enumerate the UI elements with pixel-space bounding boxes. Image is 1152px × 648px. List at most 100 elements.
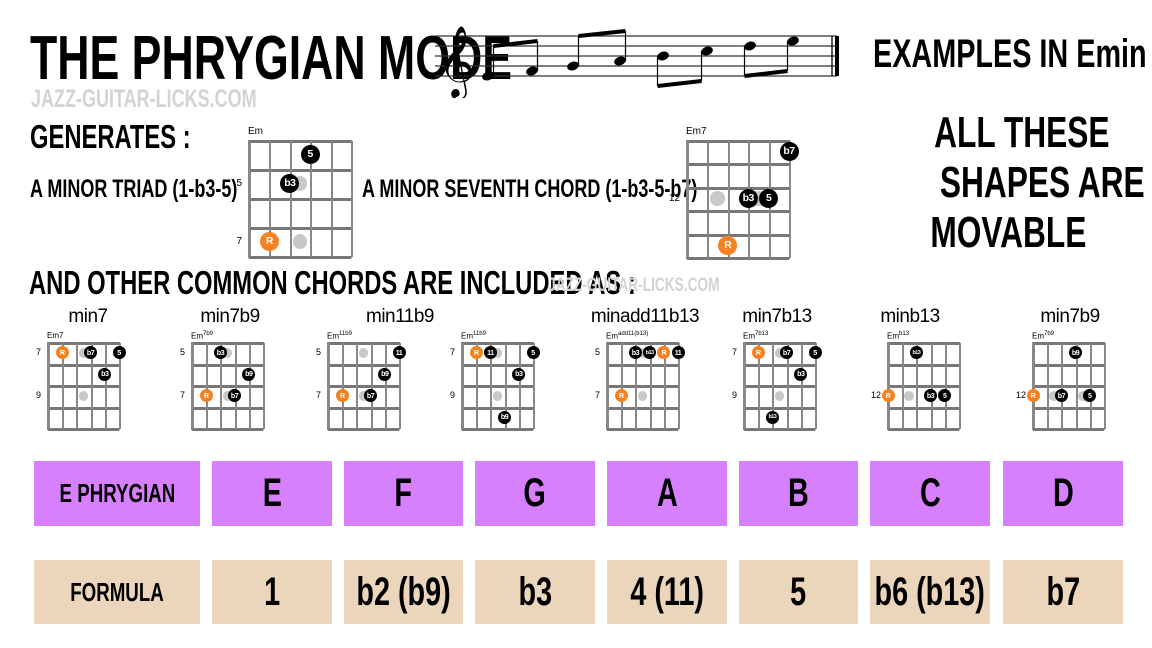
fret-line xyxy=(607,428,678,431)
chord-tone-dot: 5 xyxy=(112,346,126,360)
chord-tone-dot: b3 xyxy=(98,367,112,381)
formula-cell: b7 xyxy=(1003,560,1123,624)
chord-tone-dot: 5 xyxy=(759,189,779,208)
fret-line xyxy=(888,342,959,345)
string-line xyxy=(234,343,237,429)
formula-cell: b6 (b13) xyxy=(870,560,990,624)
root-dot: R xyxy=(259,232,279,251)
string-line xyxy=(351,141,353,257)
string-line xyxy=(744,343,746,429)
fretboard-grid xyxy=(887,342,961,431)
chord-root: Em xyxy=(248,126,263,137)
root-dot: R xyxy=(1026,389,1040,403)
string-line xyxy=(1047,343,1050,429)
movable-note: ALL THESE SHAPES ARE MOVABLE xyxy=(930,108,1145,257)
fret-line xyxy=(744,428,815,431)
root-dot: R xyxy=(881,389,895,403)
chord-name: Emb13 xyxy=(887,331,909,341)
scale-note-cell: D xyxy=(1003,461,1123,526)
chord-tone-dot: 5 xyxy=(300,145,320,164)
chord-tone-dot: 5 xyxy=(808,346,822,360)
fret-number: 7 xyxy=(179,389,185,400)
fret-line xyxy=(687,186,789,190)
scale-note-cell-text: E xyxy=(262,471,282,515)
chord-tone-dot: b3 xyxy=(738,189,758,208)
string-line xyxy=(902,343,905,429)
fret-number: 9 xyxy=(731,389,737,400)
fret-line xyxy=(328,385,399,388)
formula-cell-text: 5 xyxy=(790,569,807,614)
ghost-note-dot xyxy=(710,191,725,206)
chord-name: Em7b9 xyxy=(191,331,213,341)
scale-note-cell: G xyxy=(475,461,595,526)
ghost-note-dot xyxy=(637,390,648,401)
music-staff: 𝄞 xyxy=(435,24,839,98)
note-beam xyxy=(578,29,626,38)
scale-note-cell-text: D xyxy=(1052,471,1074,515)
string-line xyxy=(1089,343,1092,429)
fret-line xyxy=(607,342,678,345)
note-beam xyxy=(744,69,788,78)
ghost-note-dot xyxy=(358,347,369,358)
formula-cell-text: b6 (b13) xyxy=(874,569,986,614)
string-line xyxy=(356,343,359,429)
fret-line xyxy=(462,363,533,367)
scale-label-cell-text: E PHRYGIAN xyxy=(59,478,175,508)
chord-tone-dot: 11 xyxy=(392,346,406,360)
root-dot: R xyxy=(718,235,738,255)
fret-line xyxy=(462,385,533,388)
formula-cell: b3 xyxy=(475,560,595,624)
chord-root: Em xyxy=(743,331,755,341)
chord-type-title: min11b9 xyxy=(366,306,434,327)
chord-type-title: minadd11b13 xyxy=(590,306,700,327)
chord-name: Em7b13 xyxy=(743,331,768,341)
scale-label-cell: E PHRYGIAN xyxy=(34,461,200,526)
ghost-note-dot xyxy=(292,234,308,249)
fret-number: 7 xyxy=(35,346,41,357)
chord-root: Em xyxy=(191,331,203,341)
fret-line xyxy=(249,227,351,230)
ghost-note-dot xyxy=(492,390,503,401)
fret-line xyxy=(192,406,263,410)
string-line xyxy=(76,343,79,429)
fret-number: 5 xyxy=(594,346,600,357)
string-line xyxy=(48,343,50,429)
fret-number: 12 xyxy=(1015,389,1026,400)
formula-cell: 5 xyxy=(739,560,858,624)
fret-line xyxy=(192,363,263,367)
chord-root: Em7 xyxy=(47,331,64,340)
fret-line xyxy=(1033,342,1104,345)
fret-number: 7 xyxy=(449,346,455,357)
fret-line xyxy=(48,406,119,410)
ghost-note-dot xyxy=(78,390,89,401)
formula-cell-text: b2 (b9) xyxy=(356,569,451,614)
fret-line xyxy=(744,385,815,388)
fret-line xyxy=(328,363,399,367)
fret-line xyxy=(607,406,678,410)
root-dot: R xyxy=(614,389,628,403)
chord-root: Em xyxy=(887,331,899,341)
string-line xyxy=(1104,343,1106,429)
scale-note-cell-text: B xyxy=(788,471,809,515)
scale-note-cell-text: G xyxy=(523,471,547,515)
fret-line xyxy=(1033,428,1104,431)
formula-label-cell-text: FORMULA xyxy=(70,576,164,607)
site-watermark: JAZZ-GUITAR-LICKS.COM xyxy=(548,275,720,296)
site-watermark: JAZZ-GUITAR-LICKS.COM xyxy=(31,85,257,113)
chord-tone-dot: b7 xyxy=(779,142,799,162)
fret-line xyxy=(888,428,959,431)
scale-note-cell: F xyxy=(344,461,463,526)
string-line xyxy=(800,343,803,429)
fret-number: 7 xyxy=(594,389,600,400)
formula-label-cell: FORMULA xyxy=(34,560,200,624)
string-line xyxy=(462,343,464,429)
fret-line xyxy=(744,342,815,345)
fret-number: 9 xyxy=(449,389,455,400)
fret-line xyxy=(249,140,351,143)
scale-note-cell-text: F xyxy=(394,471,413,515)
chord-root: Em xyxy=(1032,331,1044,341)
chord-type-title: min7b13 xyxy=(742,306,812,327)
chord-tone-dot: b3 xyxy=(512,367,526,381)
fret-number: 12 xyxy=(870,389,881,400)
fret-line xyxy=(48,428,119,431)
